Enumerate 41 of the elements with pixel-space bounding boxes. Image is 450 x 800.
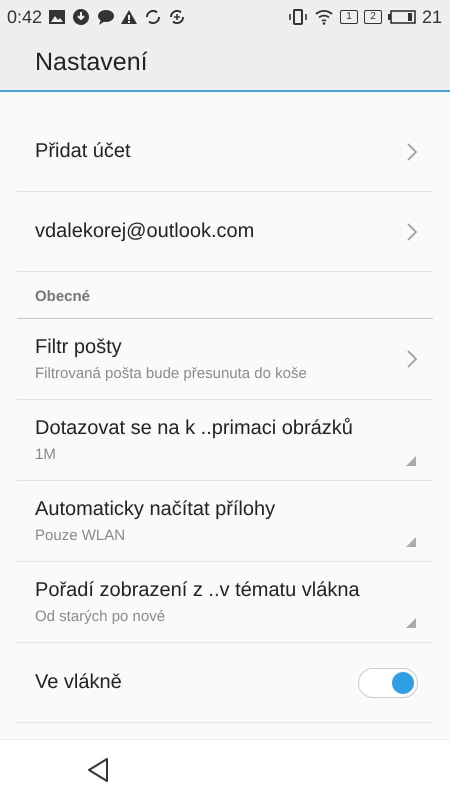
download-icon (72, 8, 90, 26)
settings-item[interactable]: Automaticky načítat přílohy Pouze WLAN (17, 481, 433, 562)
item-title: Pořadí zobrazení z ..v tématu vlákna (35, 579, 360, 602)
item-subtitle: Filtrovaná pošta bude přesunuta do koše (35, 365, 307, 382)
clock: 0:42 (7, 6, 42, 28)
item-subtitle: 1M (35, 446, 56, 463)
settings-item[interactable]: Filtr pošty Filtrovaná pošta bude přesunuta do koše (17, 319, 433, 400)
dropdown-corner-icon (406, 618, 416, 628)
chevron-icon (406, 222, 418, 242)
item-subtitle: Pouze WLAN (35, 527, 126, 544)
sync-plus-icon (168, 8, 186, 26)
screen-title: Nastavení (35, 48, 148, 76)
vibrate-icon (288, 8, 308, 26)
settings-item[interactable]: Přidat účet (17, 112, 433, 192)
chevron-icon (406, 142, 418, 162)
item-title: Ve vlákně (35, 671, 122, 694)
battery-icon (388, 10, 416, 24)
sim-icon: 2 (364, 10, 382, 24)
battery-level: 21 (422, 6, 442, 28)
dropdown-corner-icon (406, 456, 416, 466)
settings-item[interactable]: Pořadí zobrazení z ..v tématu vlákna Od starých po nové (17, 562, 433, 643)
toggle-switch[interactable] (358, 668, 418, 698)
item-title: vdalekorej@outlook.com (35, 220, 254, 243)
item-title: Filtr pošty (35, 336, 122, 359)
wifi-icon (314, 9, 334, 25)
item-subtitle: Od starých po nové (35, 608, 166, 625)
item-title: Dotazovat se na k ..primaci obrázků (35, 417, 353, 440)
warning-icon (120, 9, 138, 25)
back-icon[interactable] (86, 757, 110, 783)
image-icon (48, 9, 66, 25)
chat-bubble-icon (96, 8, 114, 26)
settings-item[interactable]: vdalekorej@outlook.com (17, 192, 433, 272)
sync-icon (144, 8, 162, 26)
settings-item[interactable]: Dotazovat se na k ..primaci obrázků 1M (17, 400, 433, 481)
dropdown-corner-icon (406, 537, 416, 547)
item-title: Automaticky načítat přílohy (35, 498, 276, 521)
settings-item[interactable]: Ve vlákně (17, 643, 433, 723)
sim-icon: 1 (340, 10, 358, 24)
section-header: Obecné (17, 272, 433, 319)
item-title: Přidat účet (35, 140, 131, 163)
chevron-icon (406, 349, 418, 369)
